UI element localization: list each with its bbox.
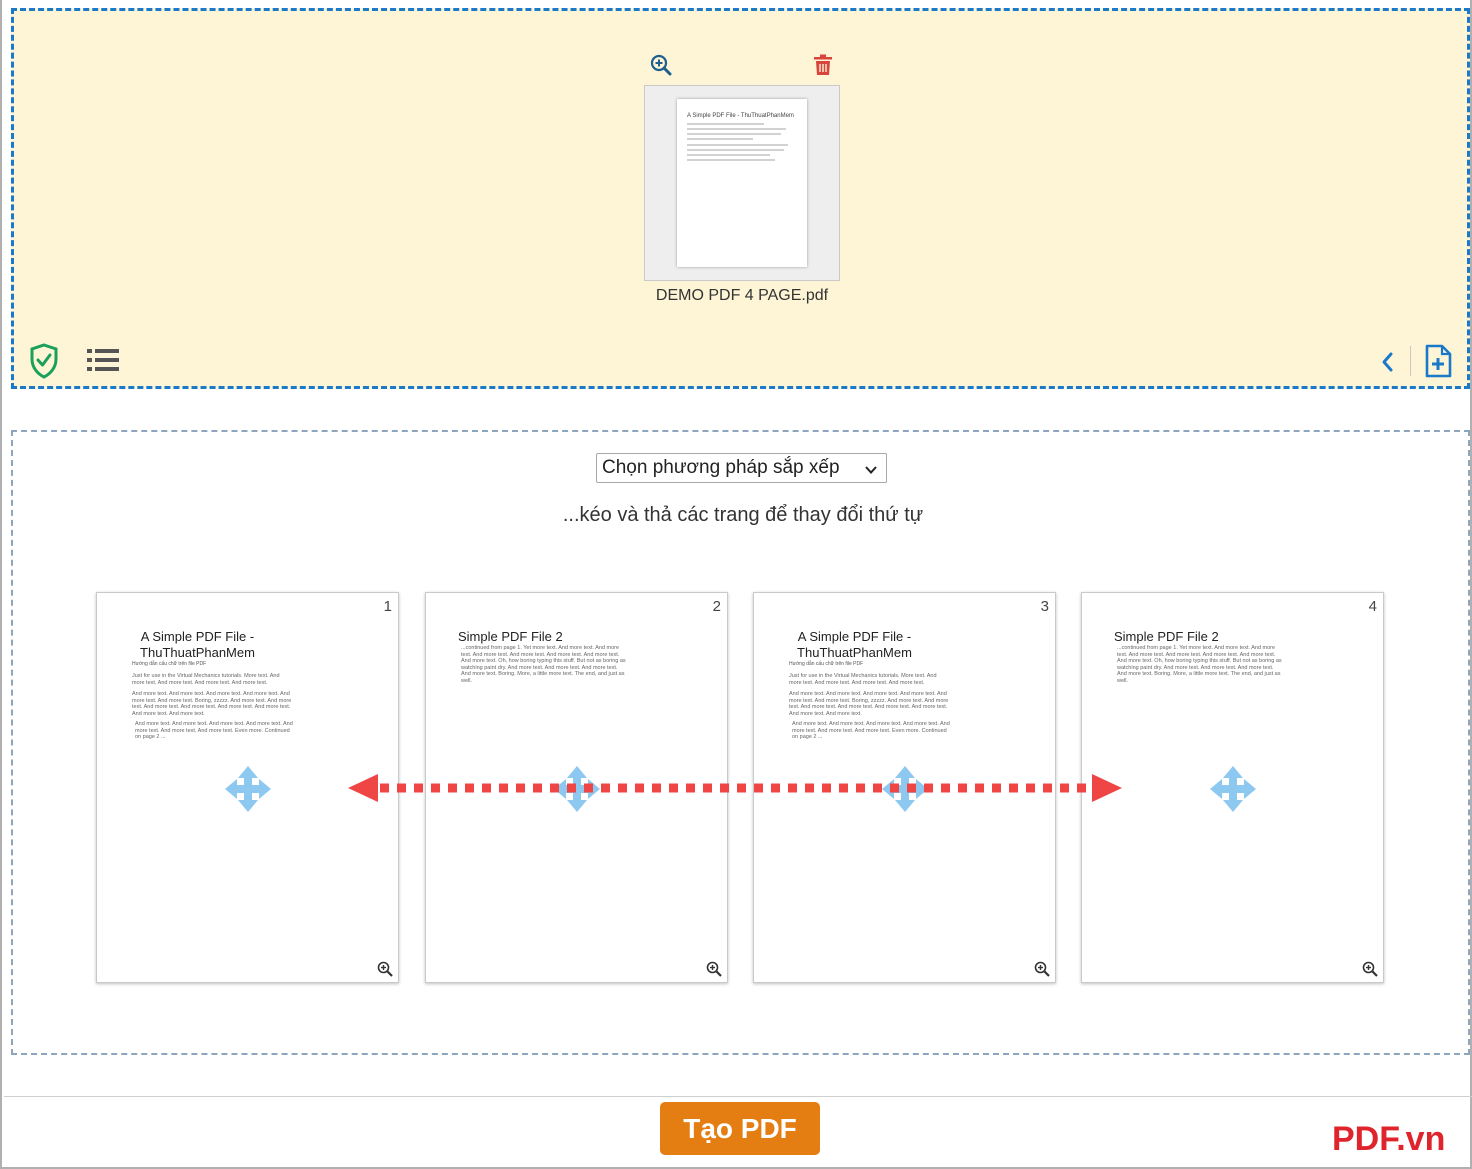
page-paragraph: And more text. And more text. And more t… <box>792 721 950 740</box>
file-thumbnail-lines <box>687 123 797 161</box>
toolbar-divider <box>1410 346 1411 376</box>
move-icon[interactable] <box>223 764 273 814</box>
page-subtitle: Hướng dẫn cấu chữ trên file PDF <box>132 661 207 667</box>
page-number: 2 <box>712 598 721 615</box>
page-title: A Simple PDF File - ThuThuatPhanMem <box>140 629 255 660</box>
create-pdf-button[interactable]: Tạo PDF <box>660 1102 820 1155</box>
page-paragraph: ...continued from page 1. Yet more text.… <box>1117 645 1282 684</box>
list-view-icon[interactable] <box>86 346 120 374</box>
page-paragraph: Just for use in the Virtual Mechanics tu… <box>789 673 937 686</box>
zoom-in-icon[interactable] <box>377 961 393 977</box>
file-thumbnail-page: A Simple PDF File - ThuThuatPhanMem <box>677 99 807 267</box>
page-title: Simple PDF File 2 <box>1114 629 1219 644</box>
sort-method-label: Chọn phương pháp sắp xếp <box>602 457 840 478</box>
chevron-left-icon[interactable] <box>1376 349 1398 375</box>
page-title: A Simple PDF File - ThuThuatPhanMem <box>797 629 912 660</box>
drag-hint: ...kéo và thả các trang để thay đổi thứ … <box>562 504 924 526</box>
page-number: 4 <box>1368 598 1377 615</box>
add-file-icon[interactable] <box>1422 343 1454 379</box>
shield-check-icon[interactable] <box>28 342 60 380</box>
page-paragraph: Just for use in the Virtual Mechanics tu… <box>132 673 280 686</box>
file-name: DEMO PDF 4 PAGE.pdf <box>655 287 829 304</box>
footer-divider <box>4 1096 1472 1097</box>
file-thumbnail-title: A Simple PDF File - ThuThuatPhanMem <box>687 113 794 119</box>
zoom-in-icon[interactable] <box>706 961 722 977</box>
zoom-in-icon[interactable] <box>1362 961 1378 977</box>
page-paragraph: ...continued from page 1. Yet more text.… <box>461 645 626 684</box>
upload-dropzone[interactable]: A Simple PDF File - ThuThuatPhanMem DEMO… <box>11 8 1470 389</box>
app-frame: A Simple PDF File - ThuThuatPhanMem DEMO… <box>0 0 1472 1169</box>
page-paragraph: And more text. And more text. And more t… <box>789 691 949 717</box>
page-number: 3 <box>1040 598 1049 615</box>
drag-direction-arrow <box>348 774 1122 802</box>
page-title: Simple PDF File 2 <box>458 629 563 644</box>
page-paragraph: And more text. And more text. And more t… <box>135 721 293 740</box>
zoom-in-icon[interactable] <box>649 53 673 77</box>
chevron-down-icon <box>864 461 878 475</box>
move-icon[interactable] <box>1208 764 1258 814</box>
page-number: 1 <box>383 598 392 615</box>
brand-logo: PDF.vn <box>1332 1120 1446 1158</box>
page-paragraph: And more text. And more text. And more t… <box>132 691 292 717</box>
sort-method-select[interactable]: Chọn phương pháp sắp xếp <box>596 453 887 483</box>
file-thumbnail[interactable]: A Simple PDF File - ThuThuatPhanMem <box>644 85 840 281</box>
zoom-in-icon[interactable] <box>1034 961 1050 977</box>
trash-icon[interactable] <box>811 53 835 77</box>
page-subtitle: Hướng dẫn cấu chữ trên file PDF <box>789 661 864 667</box>
